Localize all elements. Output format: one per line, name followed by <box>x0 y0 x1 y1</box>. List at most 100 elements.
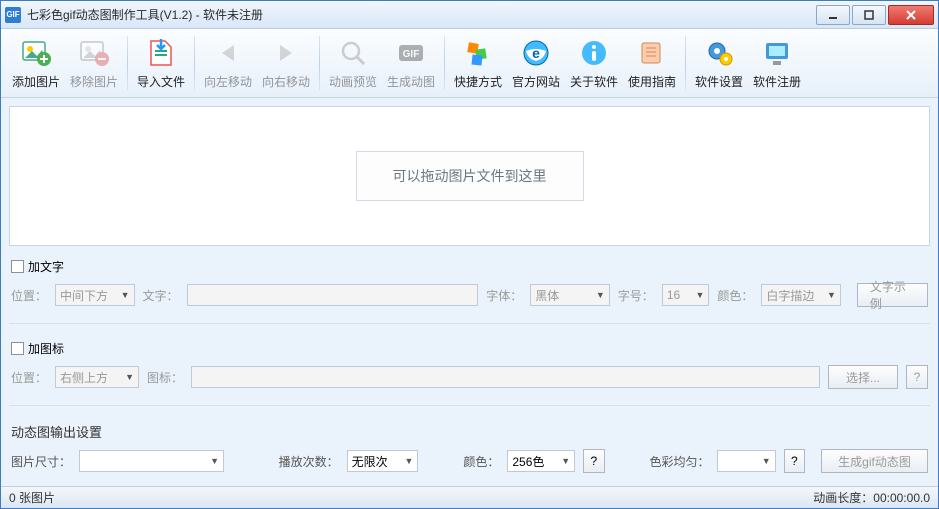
monitor-icon <box>761 37 793 69</box>
add-image-icon <box>20 37 52 69</box>
text-pos-select[interactable]: 中间下方▼ <box>55 284 135 306</box>
output-title: 动态图输出设置 <box>9 418 930 445</box>
statusbar: 0 张图片 动画长度： 00:00:00.0 <box>1 486 938 508</box>
chevron-down-icon: ▼ <box>827 290 836 300</box>
window-title: 七彩色gif动态图制作工具(V1.2) - 软件未注册 <box>27 6 816 23</box>
add-icon-label: 加图标 <box>28 340 64 357</box>
generate-gif-button[interactable]: 生成gif动态图 <box>821 449 928 473</box>
icon-pos-select[interactable]: 右侧上方▼ <box>55 366 139 388</box>
move-right-button: 向右移动 <box>257 32 315 94</box>
colorcount-select[interactable]: 256色▼ <box>507 450 575 472</box>
info-icon <box>578 37 610 69</box>
icon-browse-button[interactable]: 选择... <box>828 365 898 389</box>
move-left-button: 向左移动 <box>199 32 257 94</box>
maximize-button[interactable] <box>852 5 886 25</box>
preview-button: 动画预览 <box>324 32 382 94</box>
avg-help-button[interactable]: ? <box>784 449 805 473</box>
avg-select[interactable]: ▼ <box>717 450 775 472</box>
text-content-input[interactable] <box>187 284 479 306</box>
chevron-down-icon: ▼ <box>762 456 771 466</box>
text-panel: 加文字 位置： 中间下方▼ 文字： 字体： 黑体▼ 字号： 16▼ 颜色： 白字… <box>9 254 930 311</box>
generate-label: 生成动图 <box>387 73 435 90</box>
toolbar-separator <box>319 36 320 90</box>
svg-text:e: e <box>532 45 540 61</box>
chevron-down-icon: ▼ <box>695 290 704 300</box>
shortcut-label: 快捷方式 <box>454 73 502 90</box>
toolbar: 添加图片 移除图片 导入文件 向左移动 向右移动 动画预览 GIF 生成动图 <box>1 29 938 98</box>
avg-label: 色彩均匀： <box>649 453 709 470</box>
app-window: GIF 七彩色gif动态图制作工具(V1.2) - 软件未注册 添加图片 移除图… <box>0 0 939 509</box>
chevron-down-icon: ▼ <box>210 456 219 466</box>
font-select[interactable]: 黑体▼ <box>530 284 610 306</box>
toolbar-separator <box>194 36 195 90</box>
status-duration-value: 00:00:00.0 <box>873 491 930 505</box>
register-label: 软件注册 <box>753 73 801 90</box>
move-right-label: 向右移动 <box>262 73 310 90</box>
chevron-down-icon: ▼ <box>561 456 570 466</box>
official-site-button[interactable]: e 官方网站 <box>507 32 565 94</box>
output-panel: 动态图输出设置 图片尺寸： ▼ 播放次数： 无限次▼ 颜色： 256色▼ ? 色… <box>9 418 930 477</box>
chevron-down-icon: ▼ <box>121 290 130 300</box>
window-controls <box>816 5 934 25</box>
playcount-select[interactable]: 无限次▼ <box>347 450 419 472</box>
color-label: 颜色： <box>463 453 499 470</box>
generate-button: GIF 生成动图 <box>382 32 440 94</box>
toolbar-separator <box>444 36 445 90</box>
color-help-button[interactable]: ? <box>583 449 604 473</box>
fontsize-select[interactable]: 16▼ <box>662 284 710 306</box>
chevron-down-icon: ▼ <box>125 372 134 382</box>
about-button[interactable]: 关于软件 <box>565 32 623 94</box>
size-label: 图片尺寸： <box>11 453 71 470</box>
gear-icon <box>703 37 735 69</box>
toolbar-separator <box>127 36 128 90</box>
add-text-checkbox[interactable] <box>11 260 24 273</box>
font-label: 字体： <box>486 287 522 304</box>
status-image-count: 0 张图片 <box>9 489 55 506</box>
status-duration-label: 动画长度： <box>813 489 873 506</box>
image-dropzone[interactable]: 可以拖动图片文件到这里 <box>9 106 930 246</box>
play-label: 播放次数： <box>279 453 339 470</box>
minimize-button[interactable] <box>816 5 850 25</box>
gif-icon: GIF <box>395 37 427 69</box>
text-pos-label: 位置： <box>11 287 47 304</box>
text-sample-button[interactable]: 文字示例 <box>857 283 928 307</box>
add-image-label: 添加图片 <box>12 73 60 90</box>
arrow-left-icon <box>212 37 244 69</box>
import-file-icon <box>145 37 177 69</box>
register-button[interactable]: 软件注册 <box>748 32 806 94</box>
remove-image-label: 移除图片 <box>70 73 118 90</box>
guide-button[interactable]: 使用指南 <box>623 32 681 94</box>
add-text-label: 加文字 <box>28 258 64 275</box>
preview-label: 动画预览 <box>329 73 377 90</box>
book-icon <box>636 37 668 69</box>
official-site-label: 官方网站 <box>512 73 560 90</box>
import-file-button[interactable]: 导入文件 <box>132 32 190 94</box>
remove-image-icon <box>78 37 110 69</box>
globe-e-icon: e <box>520 37 552 69</box>
divider <box>9 405 930 406</box>
guide-label: 使用指南 <box>628 73 676 90</box>
shortcut-icon <box>462 37 494 69</box>
import-file-label: 导入文件 <box>137 73 185 90</box>
dropzone-hint: 可以拖动图片文件到这里 <box>356 151 584 201</box>
svg-text:GIF: GIF <box>403 49 420 60</box>
content-area: 可以拖动图片文件到这里 加文字 位置： 中间下方▼ 文字： 字体： 黑体▼ 字号… <box>1 98 938 486</box>
add-icon-checkbox[interactable] <box>11 342 24 355</box>
shortcut-button[interactable]: 快捷方式 <box>449 32 507 94</box>
add-image-button[interactable]: 添加图片 <box>7 32 65 94</box>
move-left-label: 向左移动 <box>204 73 252 90</box>
icon-panel: 加图标 位置： 右侧上方▼ 图标： 选择... ? <box>9 336 930 393</box>
size-select[interactable]: ▼ <box>79 450 224 472</box>
fontcolor-select[interactable]: 白字描边▼ <box>761 284 841 306</box>
icon-help-button[interactable]: ? <box>906 365 928 389</box>
titlebar: GIF 七彩色gif动态图制作工具(V1.2) - 软件未注册 <box>1 1 938 29</box>
icon-path-input[interactable] <box>191 366 820 388</box>
settings-button[interactable]: 软件设置 <box>690 32 748 94</box>
remove-image-button: 移除图片 <box>65 32 123 94</box>
text-content-label: 文字： <box>143 287 179 304</box>
close-button[interactable] <box>888 5 934 25</box>
fontsize-label: 字号： <box>618 287 654 304</box>
arrow-right-icon <box>270 37 302 69</box>
divider <box>9 323 930 324</box>
settings-label: 软件设置 <box>695 73 743 90</box>
